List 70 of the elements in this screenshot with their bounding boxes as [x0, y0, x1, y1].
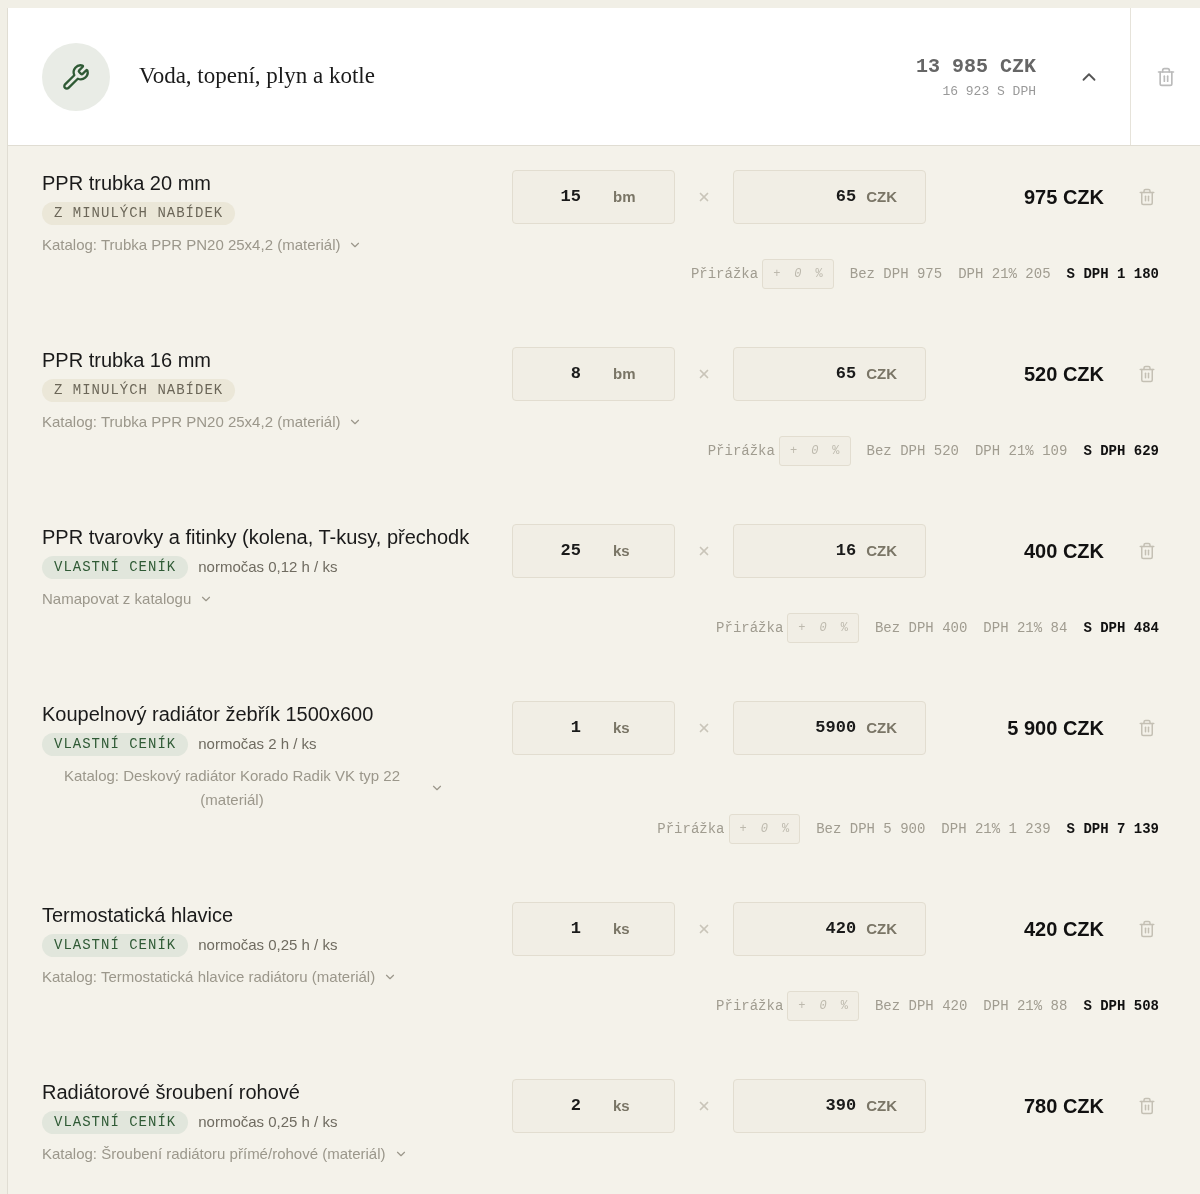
markup-label: Přirážka [690, 264, 759, 284]
item-name: PPR tvarovky a fitinky (kolena, T-kusy, přechodk [42, 525, 470, 550]
item-name: Koupelnový radiátor žebřík 1500x600 [42, 702, 374, 727]
net-amount: Bez DPH 400 [874, 618, 968, 638]
item-name: PPR trubka 20 mm [42, 171, 211, 196]
delete-icon[interactable] [1138, 542, 1156, 560]
price-field[interactable]: 16 CZK [733, 524, 926, 578]
multiply-icon [697, 367, 711, 381]
markup-label: Přirážka [716, 618, 784, 638]
multiply-icon [697, 544, 711, 558]
norm-time: normočas 0,25 h / ks [198, 935, 338, 956]
net-amount: Bez DPH 420 [874, 996, 968, 1016]
line-total: 420 CZK [1023, 917, 1104, 942]
multiply-icon [697, 721, 711, 735]
item-name: PPR trubka 16 mm [42, 348, 211, 373]
vat-amount: DPH 21% 109 [974, 441, 1068, 461]
line-total: 975 CZK [1023, 185, 1104, 210]
vat-amount: DPH 21% 84 [983, 618, 1068, 638]
vat-amount: DPH 21% 88 [983, 996, 1068, 1016]
price-field[interactable]: 65 CZK [733, 347, 926, 401]
delete-icon[interactable] [1155, 66, 1176, 87]
price-field[interactable]: 420 CZK [733, 902, 926, 956]
delete-icon[interactable] [1138, 719, 1156, 737]
markup-label: Přirážka [707, 441, 775, 461]
net-amount: Bez DPH 5 900 [816, 819, 926, 839]
source-tag: VLASTNÍ CENÍK [42, 556, 189, 579]
delete-icon[interactable] [1138, 1097, 1156, 1115]
multiply-icon [697, 190, 711, 204]
gross-amount: S DPH 1 180 [1066, 264, 1159, 284]
net-amount: Bez DPH 975 [849, 264, 943, 284]
source-tag: VLASTNÍ CENÍK [42, 934, 189, 957]
gross-amount: S DPH 508 [1083, 996, 1159, 1016]
line-total: 520 CZK [1023, 362, 1104, 387]
delete-icon[interactable] [1138, 365, 1156, 383]
source-tag: VLASTNÍ CENÍK [42, 1111, 189, 1134]
line-total: 780 CZK [1023, 1094, 1104, 1119]
quantity-field[interactable]: 25 ks [512, 524, 675, 578]
gross-amount: S DPH 7 139 [1066, 819, 1159, 839]
gross-amount: S DPH 629 [1083, 441, 1159, 461]
multiply-icon [697, 922, 711, 936]
net-amount: Bez DPH 520 [866, 441, 959, 461]
item-name: Radiátorové šroubení rohové [42, 1080, 300, 1105]
line-total: 400 CZK [1023, 539, 1104, 564]
source-tag: Z MINULÝCH NABÍDEK [42, 202, 236, 225]
delete-icon[interactable] [1138, 920, 1156, 938]
item-name: Termostatická hlavice [42, 903, 234, 928]
source-tag: VLASTNÍ CENÍK [42, 733, 189, 756]
markup-label: Přirážka [657, 819, 725, 839]
multiply-icon [697, 1099, 711, 1113]
norm-time: normočas 0,25 h / ks [198, 1112, 338, 1133]
price-field[interactable]: 5900 CZK [733, 701, 926, 755]
quantity-field[interactable]: 2 ks [512, 1079, 675, 1133]
line-total: 5 900 CZK [1007, 716, 1104, 741]
gross-amount: S DPH 484 [1083, 618, 1159, 638]
price-field[interactable]: 65 CZK [733, 170, 926, 224]
quantity-field[interactable]: 8 bm [512, 347, 675, 401]
norm-time: normočas 0,12 h / ks [198, 557, 338, 578]
source-tag: Z MINULÝCH NABÍDEK [42, 379, 236, 402]
quantity-field[interactable]: 15 bm [512, 170, 675, 224]
section-title: Voda, topení, plyn a kotle [139, 62, 375, 91]
price-field[interactable]: 390 CZK [733, 1079, 926, 1133]
vat-amount: DPH 21% 1 239 [941, 819, 1051, 839]
norm-time: normočas 2 h / ks [198, 734, 317, 755]
section-total: 13 985 CZK [915, 53, 1036, 80]
markup-label: Přirážka [716, 996, 784, 1016]
quantity-field[interactable]: 1 ks [512, 701, 675, 755]
quantity-field[interactable]: 1 ks [512, 902, 675, 956]
delete-icon[interactable] [1138, 188, 1156, 206]
section-total-vat: 16 923 S DPH [942, 82, 1036, 101]
vat-amount: DPH 21% 205 [958, 264, 1051, 284]
